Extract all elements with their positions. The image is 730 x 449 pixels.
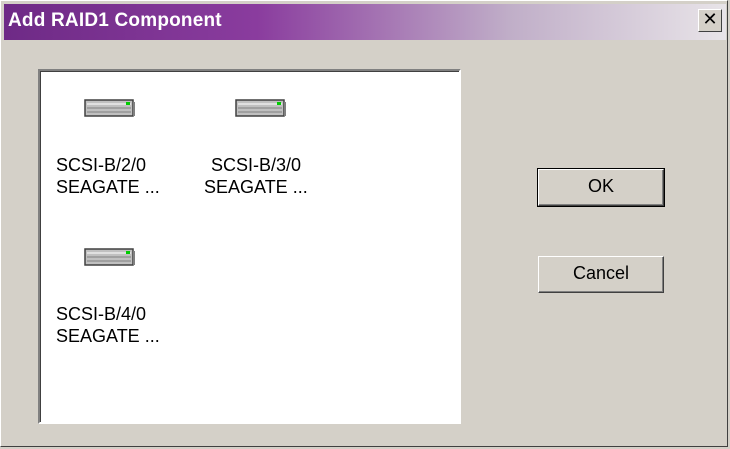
disk-label-line1: SCSI-B/3/0	[211, 155, 302, 175]
title-bar[interactable]: Add RAID1 Component ✕	[4, 4, 726, 40]
hard-drive-icon	[84, 99, 135, 117]
disk-item[interactable]: SCSI-B/4/0 SEAGATE ...	[56, 247, 196, 377]
close-icon: ✕	[702, 9, 718, 30]
dialog-title: Add RAID1 Component	[8, 10, 222, 31]
disk-label-line2: SEAGATE ...	[204, 177, 308, 197]
disk-label-line2: SEAGATE ...	[56, 177, 160, 197]
disk-item[interactable]: SCSI-B/2/0 SEAGATE ...	[56, 98, 196, 228]
disk-label-line1: SCSI-B/2/0	[56, 155, 147, 175]
hard-drive-icon	[235, 99, 286, 117]
disk-label-line2: SEAGATE ...	[56, 326, 160, 346]
hard-drive-icon	[84, 248, 135, 266]
cancel-button[interactable]: Cancel	[538, 256, 664, 293]
disk-list[interactable]: SCSI-B/2/0 SEAGATE ... SCSI-B/3/0 SEAGAT…	[38, 69, 461, 424]
close-button[interactable]: ✕	[698, 9, 722, 32]
add-raid1-component-dialog: Add RAID1 Component ✕ SCSI-B/2/0 SEAGATE…	[0, 0, 728, 447]
disk-label-line1: SCSI-B/4/0	[56, 304, 147, 324]
disk-item[interactable]: SCSI-B/3/0 SEAGATE ...	[204, 98, 344, 228]
ok-button[interactable]: OK	[537, 168, 665, 207]
